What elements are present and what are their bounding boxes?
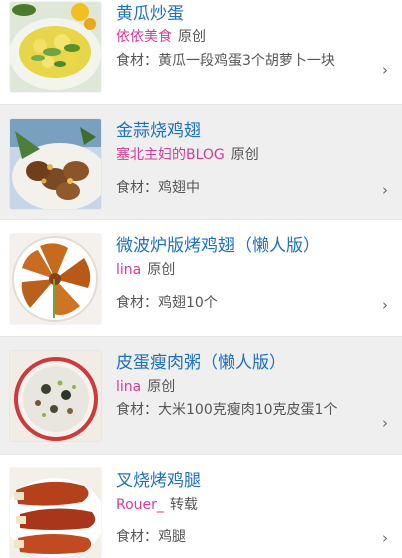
ingredients-value: 鸡翅10个: [158, 295, 218, 311]
recipe-meta: 塞北主妇的BLOG 原创: [116, 145, 384, 165]
ingredients-value: 鸡翅中: [158, 180, 200, 196]
recipe-thumbnail: [10, 351, 101, 441]
chevron-right-icon: ›: [382, 529, 388, 547]
recipe-author[interactable]: lina: [116, 262, 141, 278]
recipe-source-type: 原创: [230, 147, 259, 163]
recipe-thumbnail: [10, 234, 101, 324]
recipe-meta: Rouer_ 转载: [116, 495, 384, 515]
chevron-right-icon: ›: [382, 296, 388, 314]
recipe-ingredients: 食材：黄瓜一段鸡蛋3个胡萝卜一块: [116, 52, 376, 70]
recipe-thumbnail: [10, 468, 101, 558]
recipe-author[interactable]: lina: [116, 379, 141, 395]
ingredients-prefix: 食材：: [116, 53, 158, 69]
recipe-list: 黄瓜炒蛋 依依美食 原创 食材：黄瓜一段鸡蛋3个胡萝卜一块 › 金蒜烧鸡翅 塞北…: [0, 0, 402, 558]
recipe-list-item[interactable]: 微波炉版烤鸡翅（懒人版） lina 原创 食材：鸡翅10个 ›: [0, 220, 402, 337]
ingredients-prefix: 食材：: [116, 180, 158, 196]
ingredients-prefix: 食材：: [116, 295, 158, 311]
bbq-chicken-drumstick-icon: [10, 468, 101, 558]
recipe-title[interactable]: 微波炉版烤鸡翅（懒人版）: [116, 235, 384, 257]
recipe-source-type: 原创: [178, 29, 206, 45]
recipe-thumbnail: [10, 119, 101, 209]
chevron-right-icon: ›: [382, 181, 388, 199]
roasted-chicken-wings-icon: [10, 234, 101, 324]
recipe-author[interactable]: 塞北主妇的BLOG: [116, 147, 225, 163]
recipe-list-item[interactable]: 金蒜烧鸡翅 塞北主妇的BLOG 原创 食材：鸡翅中 ›: [0, 105, 402, 220]
recipe-list-item[interactable]: 黄瓜炒蛋 依依美食 原创 食材：黄瓜一段鸡蛋3个胡萝卜一块 ›: [0, 0, 402, 105]
recipe-meta: 依依美食 原创: [116, 27, 384, 47]
scrambled-egg-cucumber-icon: [10, 2, 101, 92]
recipe-title[interactable]: 金蒜烧鸡翅: [116, 120, 384, 142]
recipe-meta: lina 原创: [116, 260, 384, 280]
garlic-chicken-wings-icon: [10, 119, 101, 209]
recipe-list-item[interactable]: 叉烧烤鸡腿 Rouer_ 转载 食材：鸡腿 ›: [0, 455, 402, 558]
ingredients-prefix: 食材：: [116, 529, 158, 545]
ingredients-value: 大米100克瘦肉10克皮蛋1个: [158, 402, 338, 418]
recipe-meta: lina 原创: [116, 377, 384, 397]
recipe-ingredients: 食材：大米100克瘦肉10克皮蛋1个: [116, 401, 376, 419]
recipe-author[interactable]: 依依美食: [116, 29, 172, 45]
chevron-right-icon: ›: [382, 414, 388, 432]
chevron-right-icon: ›: [382, 61, 388, 79]
ingredients-prefix: 食材：: [116, 402, 158, 418]
recipe-title[interactable]: 叉烧烤鸡腿: [116, 470, 384, 492]
recipe-list-item[interactable]: 皮蛋瘦肉粥（懒人版） lina 原创 食材：大米100克瘦肉10克皮蛋1个 ›: [0, 337, 402, 455]
recipe-thumbnail: [10, 2, 101, 92]
ingredients-value: 黄瓜一段鸡蛋3个胡萝卜一块: [158, 53, 335, 69]
recipe-source-type: 转载: [169, 497, 198, 513]
recipe-title[interactable]: 黄瓜炒蛋: [116, 3, 384, 25]
recipe-author[interactable]: Rouer_: [116, 497, 164, 513]
ingredients-value: 鸡腿: [158, 529, 186, 545]
recipe-ingredients: 食材：鸡腿: [116, 528, 376, 546]
recipe-source-type: 原创: [147, 262, 176, 278]
recipe-source-type: 原创: [147, 379, 176, 395]
congee-bowl-icon: [10, 351, 101, 441]
recipe-title[interactable]: 皮蛋瘦肉粥（懒人版）: [116, 352, 384, 374]
recipe-ingredients: 食材：鸡翅中: [116, 179, 376, 197]
recipe-ingredients: 食材：鸡翅10个: [116, 294, 376, 312]
